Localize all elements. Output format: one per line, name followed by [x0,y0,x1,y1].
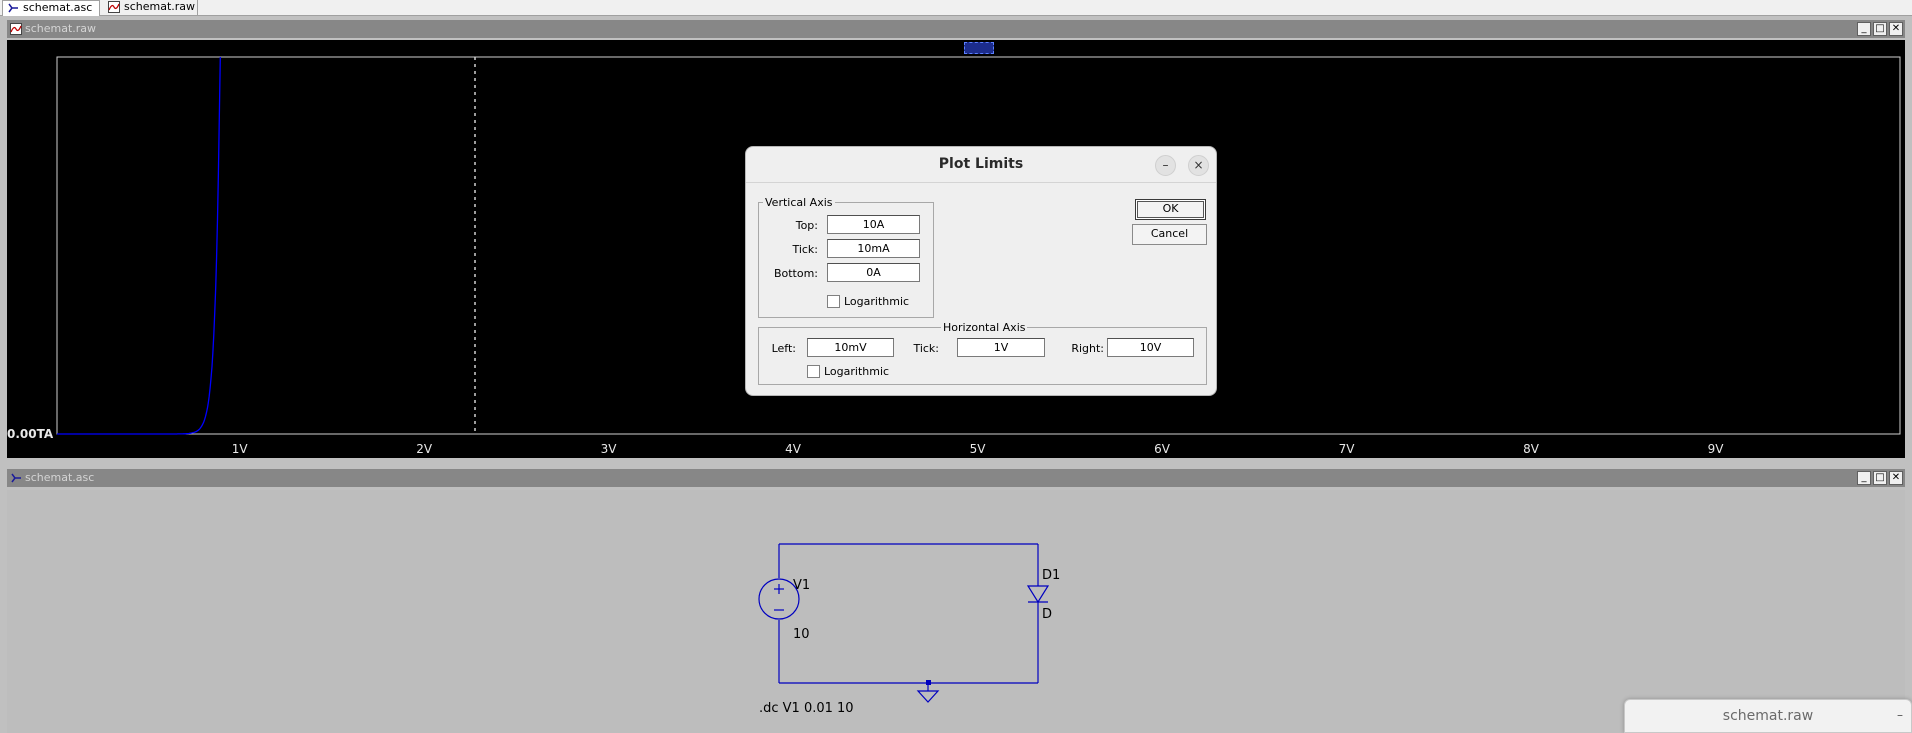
schematic-window-title: schemat.asc [25,471,95,484]
x-tick-label: 3V [601,442,618,456]
cancel-button[interactable]: Cancel [1132,224,1207,245]
circuit-wires[interactable] [778,543,1039,684]
app-root: schemat.asc schemat.raw schemat.raw _ □ … [0,0,1912,733]
x-tick-label: 5V [970,442,987,456]
vertical-tick-label: Tick: [792,243,818,256]
horizontal-tick-input[interactable]: 1V [957,338,1045,357]
x-tick-label: 2V [416,442,433,456]
document-tab-bar: schemat.asc schemat.raw [0,0,1912,16]
tab-label: schemat.raw [124,0,196,13]
x-tick-label: 9V [1708,442,1725,456]
schematic-editor[interactable]: V1 10 D1 D .dc V1 0.01 10 [7,490,1905,733]
maximize-button[interactable]: □ [1873,22,1887,36]
spice-directive[interactable]: .dc V1 0.01 10 [759,701,854,716]
d1-name[interactable]: D1 [1042,568,1060,583]
x-tick-label: 6V [1154,442,1171,456]
floating-minimize-button[interactable]: – [1897,708,1903,722]
vertical-axis-legend: Vertical Axis [763,196,835,209]
dialog-titlebar[interactable]: Plot Limits – × [746,147,1216,183]
tab-schemat-raw[interactable]: schemat.raw [104,0,198,16]
horizontal-tick-label: Tick: [913,342,939,355]
bottom-label: Bottom: [773,267,818,280]
tab-schemat-asc[interactable]: schemat.asc [2,0,100,16]
horizontal-log-label: Logarithmic [824,365,890,378]
dialog-close-button[interactable]: × [1188,155,1209,176]
x-tick-label: 7V [1339,442,1356,456]
ok-button[interactable]: OK [1135,199,1206,220]
plot-window-title: schemat.raw [25,22,97,35]
waveform-icon [108,1,120,13]
v1-value[interactable]: 10 [793,627,810,642]
current-trace[interactable] [57,56,221,435]
horizontal-log-checkbox[interactable] [807,365,820,378]
right-input[interactable]: 10V [1107,338,1194,357]
plot-window-titlebar[interactable]: schemat.raw _ □ ✕ [7,20,1905,38]
v1-name[interactable]: V1 [793,578,810,593]
waveform-icon [10,23,22,35]
maximize-button[interactable]: □ [1873,471,1887,485]
dialog-minimize-button[interactable]: – [1155,155,1176,176]
dialog-title: Plot Limits [938,156,1024,172]
vertical-log-label: Logarithmic [844,295,910,308]
x-tick-labels: 1V 2V 3V 4V 5V 6V 7V 8V 9V [232,442,1725,456]
top-input[interactable]: 10A [827,215,920,234]
minimize-button[interactable]: _ [1857,22,1871,36]
tab-label: schemat.asc [23,1,93,14]
right-label: Right: [1071,342,1104,355]
schematic-icon [8,3,18,13]
zoom-marker[interactable] [964,42,994,54]
schematic-icon [11,473,21,483]
top-label: Top: [795,219,818,232]
minimize-button[interactable]: _ [1857,471,1871,485]
schematic-canvas: V1 10 D1 D .dc V1 0.01 10 [758,543,1060,716]
left-label: Left: [771,342,796,355]
vertical-log-checkbox[interactable] [827,295,840,308]
plot-limits-dialog: Plot Limits – × Vertical Axis Top: 10A T… [745,146,1217,396]
x-tick-label: 1V [232,442,249,456]
x-tick-label: 8V [1523,442,1540,456]
vertical-tick-input[interactable]: 10mA [827,239,920,258]
close-button[interactable]: ✕ [1889,471,1903,485]
floating-plot-window[interactable]: schemat.raw – [1624,699,1912,733]
floating-window-title: schemat.raw [1722,708,1814,724]
bottom-input[interactable]: 0A [827,263,920,282]
d1-model[interactable]: D [1042,607,1052,622]
y-axis-label: 0.00TA [7,427,54,441]
diode-d1[interactable] [1026,585,1050,604]
left-input[interactable]: 10mV [807,338,894,357]
close-button[interactable]: ✕ [1889,22,1903,36]
x-tick-label: 4V [785,442,802,456]
horizontal-axis-legend: Horizontal Axis [941,321,1028,334]
schematic-window-titlebar[interactable]: schemat.asc _ □ ✕ [7,469,1905,487]
